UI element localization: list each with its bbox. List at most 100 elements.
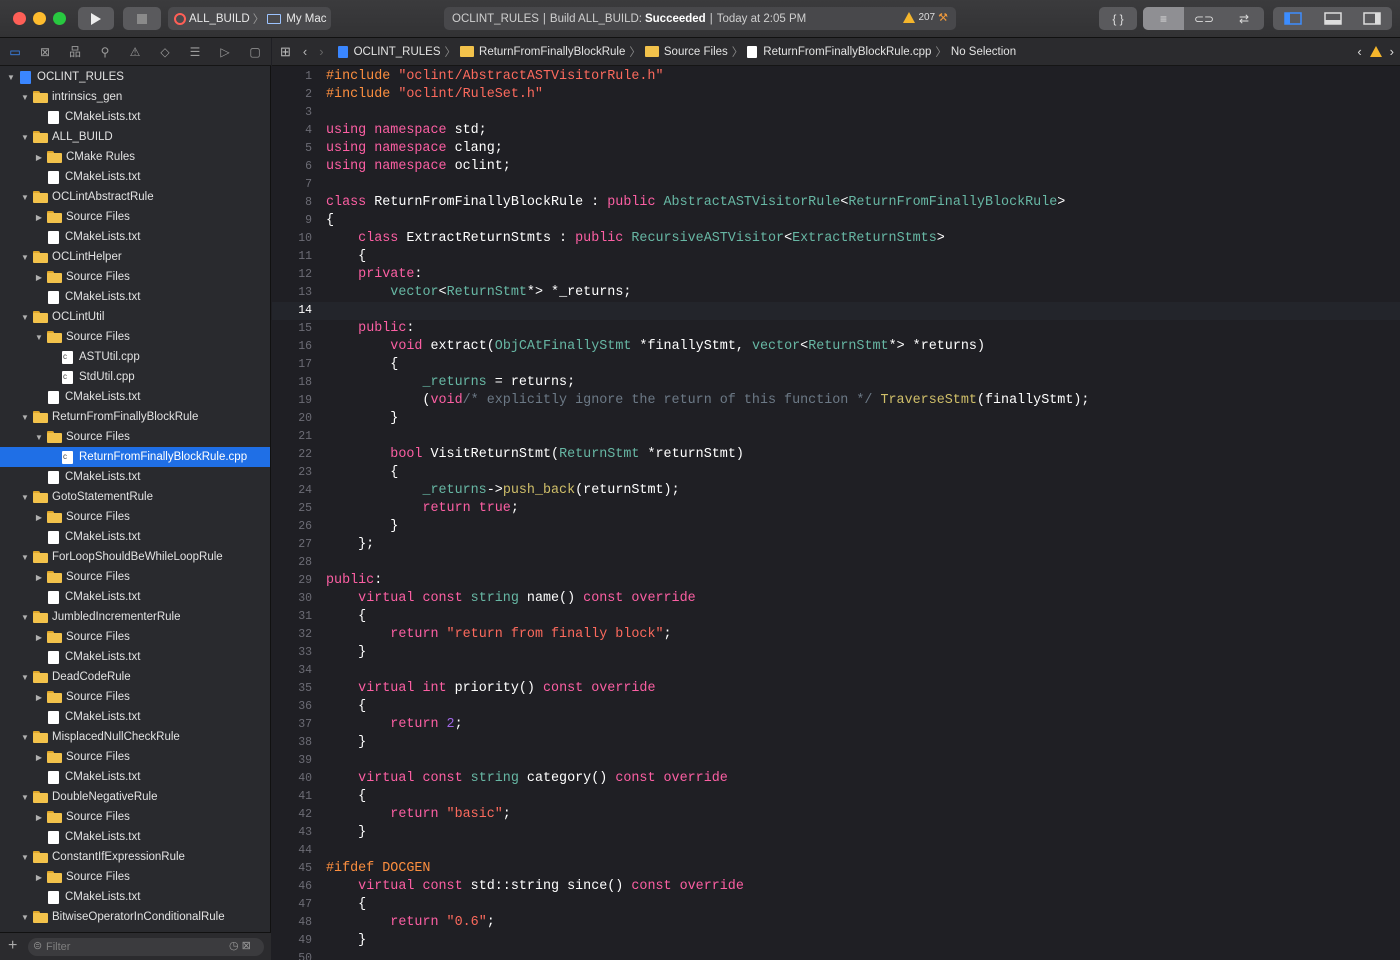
- tree-item[interactable]: ▶ Source Files: [0, 867, 270, 887]
- code-line[interactable]: 50: [272, 950, 1400, 960]
- assistant-editor-button[interactable]: ⊂⊃: [1184, 7, 1224, 30]
- test-navigator-tab[interactable]: ◇: [150, 45, 180, 59]
- tree-item[interactable]: CMakeLists.txt: [0, 527, 270, 547]
- tree-item[interactable]: CMakeLists.txt: [0, 107, 270, 127]
- tree-item[interactable]: ▼ DoubleNegativeRule: [0, 787, 270, 807]
- tree-item[interactable]: StdUtil.cpp: [0, 367, 270, 387]
- code-line[interactable]: 47 {: [272, 896, 1400, 914]
- tree-item[interactable]: ▼ ReturnFromFinallyBlockRule: [0, 407, 270, 427]
- disclosure-open-icon[interactable]: ▼: [34, 333, 44, 342]
- tree-item[interactable]: ▶ Source Files: [0, 267, 270, 287]
- report-navigator-tab[interactable]: ▢: [240, 45, 270, 59]
- previous-issue-icon[interactable]: ‹: [1357, 44, 1361, 59]
- tree-item[interactable]: ▶ Source Files: [0, 747, 270, 767]
- related-items-icon[interactable]: ⊞: [280, 44, 291, 60]
- code-line[interactable]: 3: [272, 104, 1400, 122]
- code-line[interactable]: 48 return "0.6";: [272, 914, 1400, 932]
- code-line[interactable]: 7: [272, 176, 1400, 194]
- code-line[interactable]: 6 using namespace oclint;: [272, 158, 1400, 176]
- code-line[interactable]: 29 public:: [272, 572, 1400, 590]
- code-line[interactable]: 21: [272, 428, 1400, 446]
- code-line[interactable]: 17 {: [272, 356, 1400, 374]
- code-line[interactable]: 38 }: [272, 734, 1400, 752]
- code-line[interactable]: 9{: [272, 212, 1400, 230]
- library-button[interactable]: { }: [1099, 7, 1137, 30]
- code-line[interactable]: 31 {: [272, 608, 1400, 626]
- code-line[interactable]: 28: [272, 554, 1400, 572]
- disclosure-closed-icon[interactable]: ▶: [34, 873, 44, 882]
- tree-item[interactable]: CMakeLists.txt: [0, 287, 270, 307]
- disclosure-open-icon[interactable]: ▼: [20, 793, 30, 802]
- code-line[interactable]: 44: [272, 842, 1400, 860]
- code-line[interactable]: 15 public:: [272, 320, 1400, 338]
- breakpoint-navigator-tab[interactable]: ▷: [210, 45, 240, 59]
- code-line[interactable]: 8 class ReturnFromFinallyBlockRule : publ…: [272, 194, 1400, 212]
- disclosure-open-icon[interactable]: ▼: [20, 313, 30, 322]
- tree-item[interactable]: CMakeLists.txt: [0, 227, 270, 247]
- add-file-button[interactable]: +: [8, 937, 17, 955]
- disclosure-open-icon[interactable]: ▼: [20, 553, 30, 562]
- code-line[interactable]: 1 #include "oclint/AbstractASTVisitorRule…: [272, 68, 1400, 86]
- code-line[interactable]: 41 {: [272, 788, 1400, 806]
- tree-item[interactable]: ▼ OCLintUtil: [0, 307, 270, 327]
- code-line[interactable]: 46 virtual const std::string since() con…: [272, 878, 1400, 896]
- toggle-navigator-button[interactable]: [1273, 7, 1313, 30]
- tree-item[interactable]: ▼ GotoStatementRule: [0, 487, 270, 507]
- code-line[interactable]: 30 virtual const string name() const ove…: [272, 590, 1400, 608]
- tree-item[interactable]: ▼ OCLintAbstractRule: [0, 187, 270, 207]
- symbol-navigator-tab[interactable]: 品: [60, 43, 90, 60]
- code-line[interactable]: 26 }: [272, 518, 1400, 536]
- scheme-selector[interactable]: ALL_BUILD 〉 My Mac: [168, 7, 331, 30]
- code-line[interactable]: 24 _returns->push_back(returnStmt);: [272, 482, 1400, 500]
- code-line[interactable]: 36 {: [272, 698, 1400, 716]
- tree-item[interactable]: CMakeLists.txt: [0, 767, 270, 787]
- disclosure-closed-icon[interactable]: ▶: [34, 213, 44, 222]
- code-line[interactable]: 42 return "basic";: [272, 806, 1400, 824]
- disclosure-closed-icon[interactable]: ▶: [34, 693, 44, 702]
- minimize-window-button[interactable]: [33, 12, 46, 25]
- tree-item[interactable]: CMakeLists.txt: [0, 387, 270, 407]
- disclosure-closed-icon[interactable]: ▶: [34, 633, 44, 642]
- code-line[interactable]: 37 return 2;: [272, 716, 1400, 734]
- forward-icon[interactable]: ›: [319, 44, 323, 59]
- tree-item[interactable]: ▼ Source Files: [0, 327, 270, 347]
- warnings-indicator[interactable]: 207 ⚒: [903, 11, 948, 24]
- code-line[interactable]: 20 }: [272, 410, 1400, 428]
- disclosure-open-icon[interactable]: ▼: [20, 413, 30, 422]
- code-line[interactable]: 39: [272, 752, 1400, 770]
- tree-item[interactable]: ▼ ALL_BUILD: [0, 127, 270, 147]
- disclosure-open-icon[interactable]: ▼: [20, 613, 30, 622]
- disclosure-open-icon[interactable]: ▼: [34, 433, 44, 442]
- code-line[interactable]: 32 return "return from finally block";: [272, 626, 1400, 644]
- tree-item[interactable]: CMakeLists.txt: [0, 587, 270, 607]
- tree-item[interactable]: ▼ JumbledIncrementerRule: [0, 607, 270, 627]
- tree-item[interactable]: CMakeLists.txt: [0, 887, 270, 907]
- tree-item[interactable]: ▼ intrinsics_gen: [0, 87, 270, 107]
- crumb-group[interactable]: Source Files: [664, 46, 728, 58]
- tree-item[interactable]: ▼ ForLoopShouldBeWhileLoopRule: [0, 547, 270, 567]
- disclosure-closed-icon[interactable]: ▶: [34, 513, 44, 522]
- disclosure-closed-icon[interactable]: ▶: [34, 813, 44, 822]
- tree-item[interactable]: ▼ OCLintHelper: [0, 247, 270, 267]
- disclosure-open-icon[interactable]: ▼: [20, 913, 30, 922]
- tree-item[interactable]: ReturnFromFinallyBlockRule.cpp: [0, 447, 270, 467]
- debug-navigator-tab[interactable]: ☰: [180, 45, 210, 59]
- tree-item[interactable]: CMakeLists.txt: [0, 827, 270, 847]
- close-window-button[interactable]: [13, 12, 26, 25]
- source-editor[interactable]: 1 #include "oclint/AbstractASTVisitorRule…: [272, 66, 1400, 960]
- code-line[interactable]: 10 class ExtractReturnStmts : public Rec…: [272, 230, 1400, 248]
- disclosure-closed-icon[interactable]: ▶: [34, 753, 44, 762]
- tree-item[interactable]: ▼ MisplacedNullCheckRule: [0, 727, 270, 747]
- tree-item[interactable]: ▼ Source Files: [0, 427, 270, 447]
- code-line[interactable]: 22 bool VisitReturnStmt(ReturnStmt *retu…: [272, 446, 1400, 464]
- code-line[interactable]: 12 private:: [272, 266, 1400, 284]
- tree-item[interactable]: ▶ Source Files: [0, 567, 270, 587]
- code-line[interactable]: 16 void extract(ObjCAtFinallyStmt *final…: [272, 338, 1400, 356]
- disclosure-open-icon[interactable]: ▼: [20, 733, 30, 742]
- project-navigator-tab[interactable]: ▭: [0, 45, 30, 59]
- version-editor-button[interactable]: ⇄: [1224, 7, 1264, 30]
- source-control-navigator-tab[interactable]: ⊠: [30, 45, 60, 59]
- code-line[interactable]: 4 using namespace std;: [272, 122, 1400, 140]
- code-line[interactable]: 34: [272, 662, 1400, 680]
- disclosure-closed-icon[interactable]: ▶: [34, 573, 44, 582]
